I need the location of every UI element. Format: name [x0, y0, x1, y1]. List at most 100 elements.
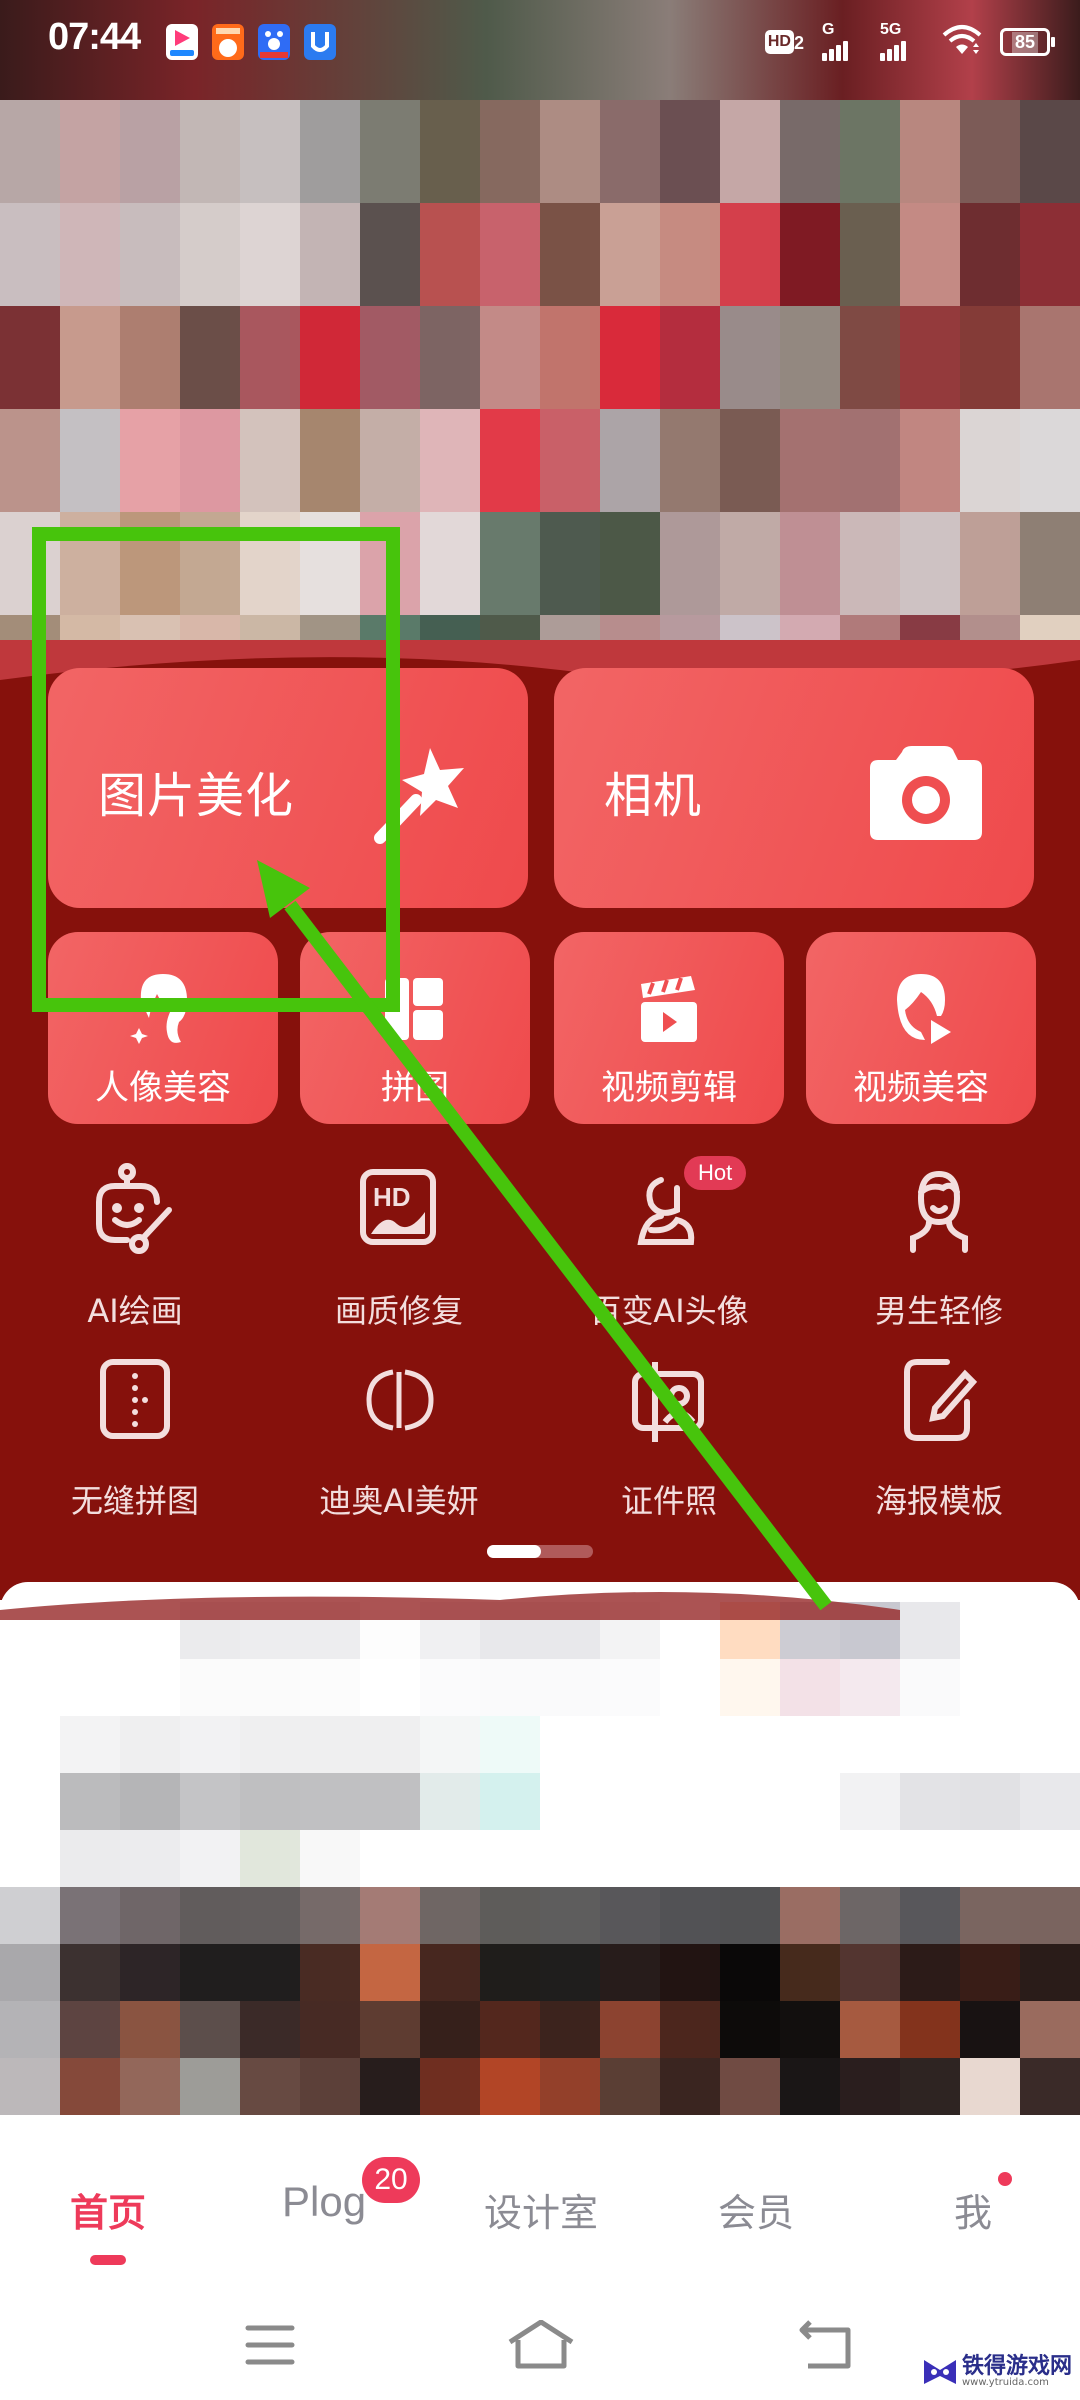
mosaic-cell	[540, 2058, 600, 2115]
mosaic-cell	[600, 512, 660, 615]
mosaic-cell	[240, 2001, 300, 2058]
camera-card[interactable]: 相机	[554, 668, 1034, 908]
mosaic-cell	[420, 1773, 480, 1830]
mosaic-cell	[180, 1659, 240, 1716]
mosaic-cell	[660, 1887, 720, 1944]
mosaic-cell	[720, 1830, 780, 1887]
mosaic-cell	[300, 1830, 360, 1887]
mosaic-cell	[540, 2001, 600, 2058]
photo-beautify-card[interactable]: 图片美化	[48, 668, 528, 908]
back-icon[interactable]	[796, 2320, 856, 2370]
mosaic-cell	[360, 1830, 420, 1887]
quality-repair-tool[interactable]: HD 画质修复	[264, 1162, 534, 1342]
mosaic-cell	[360, 1773, 420, 1830]
nav-design-studio[interactable]: 设计室	[484, 2182, 598, 2237]
mosaic-cell	[900, 1830, 960, 1887]
mosaic-cell	[720, 2058, 780, 2115]
mosaic-cell	[60, 512, 120, 615]
status-time: 07:44	[48, 16, 141, 58]
mosaic-cell	[0, 1944, 60, 2001]
mosaic-cell	[60, 1944, 120, 2001]
mosaic-cell	[720, 306, 780, 409]
mosaic-cell	[180, 1887, 240, 1944]
mosaic-cell	[300, 1773, 360, 1830]
mosaic-cell	[720, 203, 780, 306]
mosaic-cell	[780, 100, 840, 203]
mosaic-cell	[420, 1944, 480, 2001]
mosaic-cell	[840, 1659, 900, 1716]
robot-paint-icon	[87, 1162, 183, 1258]
mosaic-cell	[720, 409, 780, 512]
mosaic-cell	[360, 1659, 420, 1716]
nav-membership[interactable]: 会员	[718, 2182, 794, 2237]
mosaic-cell	[360, 512, 420, 615]
mosaic-cell	[540, 1659, 600, 1716]
battery-icon: 85	[1000, 28, 1055, 56]
video-edit-card[interactable]: 视频剪辑	[554, 932, 784, 1124]
mosaic-cell	[840, 2001, 900, 2058]
mosaic-cell	[900, 2001, 960, 2058]
mosaic-cell	[180, 1830, 240, 1887]
id-photo-tool[interactable]: 证件照	[534, 1352, 804, 1532]
ai-painting-tool[interactable]: AI绘画	[0, 1162, 270, 1342]
svg-text:HD: HD	[373, 1182, 411, 1212]
mosaic-cell	[180, 306, 240, 409]
magic-wand-icon	[360, 738, 480, 848]
mosaic-cell	[360, 1716, 420, 1773]
page-indicator[interactable]	[487, 1545, 593, 1558]
dior-ai-beauty-tool[interactable]: 迪奥AI美妍	[264, 1352, 534, 1532]
mosaic-cell	[300, 100, 360, 203]
mosaic-cell	[360, 1887, 420, 1944]
mosaic-cell	[1020, 1944, 1080, 2001]
mosaic-cell	[780, 2001, 840, 2058]
portrait-beauty-card[interactable]: 人像美容	[48, 932, 278, 1124]
mosaic-cell	[540, 100, 600, 203]
mosaic-cell	[540, 1830, 600, 1887]
mosaic-cell	[840, 1773, 900, 1830]
nav-plog[interactable]: Plog	[282, 2178, 366, 2226]
ai-avatar-tool[interactable]: Hot 百变AI头像	[534, 1156, 804, 1342]
mosaic-cell	[840, 2058, 900, 2115]
mosaic-cell	[480, 2058, 540, 2115]
camera-label: 相机	[604, 768, 703, 824]
mosaic-cell	[900, 1659, 960, 1716]
mosaic-cell	[0, 1887, 60, 1944]
mosaic-cell	[900, 512, 960, 615]
mosaic-cell	[960, 306, 1020, 409]
mosaic-cell	[600, 306, 660, 409]
video-beauty-card[interactable]: 视频美容	[806, 932, 1036, 1124]
portrait-beauty-label: 人像美容	[95, 1068, 231, 1108]
mosaic-cell	[540, 512, 600, 615]
mosaic-cell	[600, 2058, 660, 2115]
male-retouch-tool[interactable]: 男生轻修	[804, 1162, 1074, 1342]
nav-me[interactable]: 我	[954, 2182, 992, 2237]
mosaic-cell	[540, 1887, 600, 1944]
bottom-navigation: 首页 Plog 设计室 会员 我	[0, 2130, 1080, 2260]
page-indicator-active	[487, 1545, 541, 1558]
mosaic-cell	[360, 2001, 420, 2058]
mosaic-cell	[60, 2001, 120, 2058]
menu-icon[interactable]	[240, 2320, 300, 2370]
mosaic-cell	[0, 1659, 60, 1716]
mosaic-cell	[540, 1773, 600, 1830]
poster-template-tool[interactable]: 海报模板	[804, 1352, 1074, 1532]
mosaic-cell	[360, 100, 420, 203]
content-feed[interactable]	[0, 1582, 1080, 2142]
mosaic-cell	[0, 306, 60, 409]
ai-painting-label: AI绘画	[87, 1292, 183, 1330]
seamless-collage-tool[interactable]: 无缝拼图	[0, 1352, 270, 1532]
mosaic-cell	[660, 1773, 720, 1830]
nav-home[interactable]: 首页	[70, 2182, 146, 2237]
mosaic-cell	[240, 1659, 300, 1716]
mosaic-cell	[660, 100, 720, 203]
mosaic-cell	[0, 512, 60, 615]
id-photo-icon	[621, 1352, 717, 1448]
collage-card[interactable]: 拼图	[300, 932, 530, 1124]
home-icon[interactable]	[506, 2319, 574, 2370]
mosaic-cell	[960, 1944, 1020, 2001]
mosaic-cell	[840, 1716, 900, 1773]
mosaic-cell	[900, 2058, 960, 2115]
mosaic-cell	[360, 306, 420, 409]
mosaic-cell	[540, 306, 600, 409]
mosaic-cell	[600, 203, 660, 306]
